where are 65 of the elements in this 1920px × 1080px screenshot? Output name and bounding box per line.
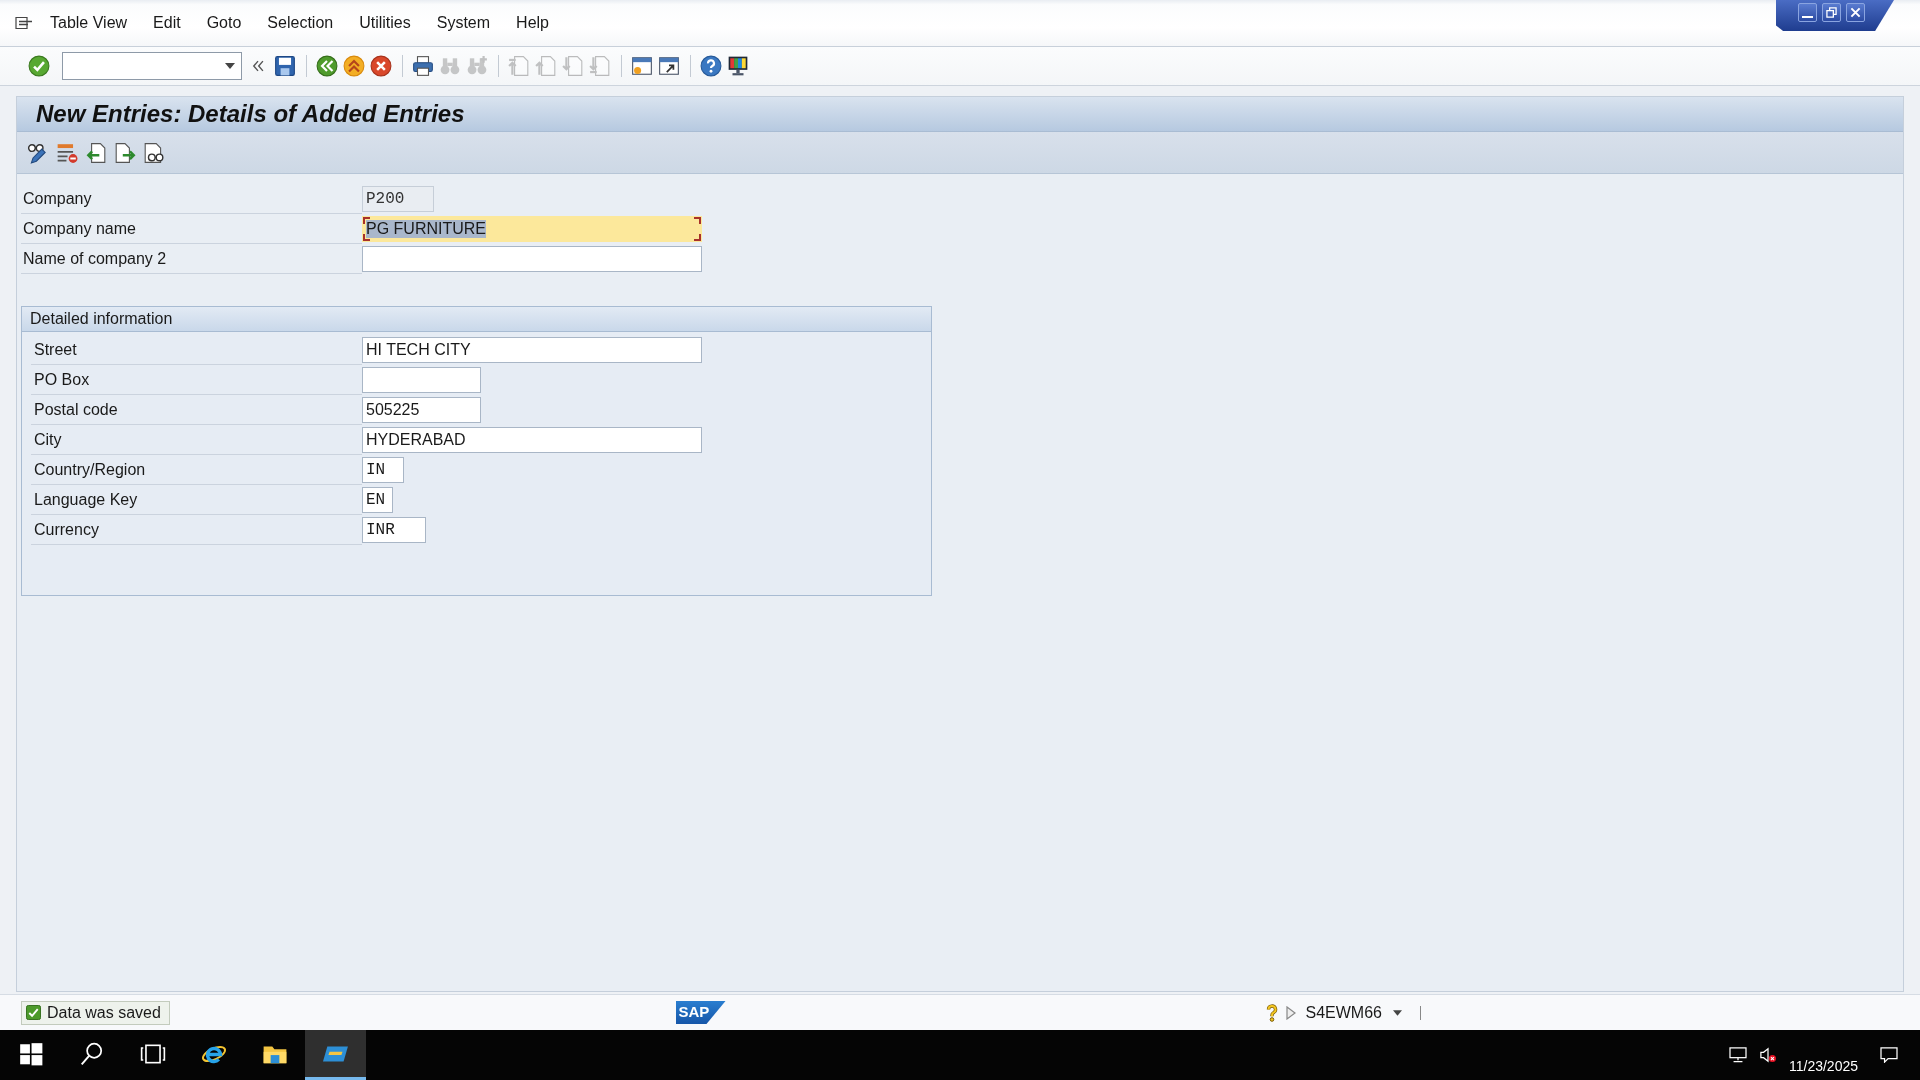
input-field[interactable] xyxy=(362,246,702,272)
restore-icon xyxy=(1826,7,1837,18)
caret-icon[interactable] xyxy=(1392,1009,1402,1016)
minimize-button[interactable] xyxy=(1798,3,1817,22)
field-label: City xyxy=(34,430,62,449)
sap-logo: SAP xyxy=(675,1001,726,1024)
triangle-icon[interactable] xyxy=(1285,1005,1296,1020)
minimize-icon xyxy=(1802,16,1813,18)
help-icon[interactable] xyxy=(700,55,722,77)
question-icon[interactable] xyxy=(1265,1003,1278,1022)
menu-icon[interactable] xyxy=(15,15,33,31)
speech-bubble-icon[interactable] xyxy=(1880,1047,1898,1063)
double-chevron-icon[interactable] xyxy=(250,59,265,73)
input-field[interactable]: 505225 xyxy=(362,397,481,423)
up-arrows-icon[interactable] xyxy=(343,55,365,77)
caret-icon[interactable] xyxy=(224,63,235,69)
menu-item[interactable]: Table View xyxy=(50,14,128,32)
page-left-arrow-icon[interactable] xyxy=(85,141,107,164)
field-label: Currency xyxy=(34,520,99,539)
menu-item[interactable]: Selection xyxy=(267,14,334,32)
menu-item[interactable]: Utilities xyxy=(359,14,411,32)
input-field[interactable]: PG FURNITURE xyxy=(362,216,702,242)
speaker-muted-icon[interactable] xyxy=(1758,1047,1777,1063)
menu-item[interactable]: Help xyxy=(516,14,549,32)
close-icon xyxy=(1850,7,1861,18)
list-minus-icon[interactable] xyxy=(56,141,78,164)
command-field[interactable] xyxy=(61,52,242,80)
input-field[interactable]: HI TECH CITY xyxy=(362,337,702,363)
input-field[interactable]: P200 xyxy=(362,186,434,212)
monitor-icon[interactable] xyxy=(727,55,749,77)
system-name[interactable]: S4EWM66 xyxy=(1305,1003,1382,1022)
taskbar-button[interactable] xyxy=(305,1030,366,1080)
input-field[interactable]: INR xyxy=(362,517,426,543)
field-label: Postal code xyxy=(34,400,118,419)
glasses-pencil-icon[interactable] xyxy=(27,141,49,164)
field-label: PO Box xyxy=(34,370,90,389)
four-squares-icon xyxy=(17,1040,44,1067)
menu-item[interactable]: System xyxy=(436,14,491,32)
input-field[interactable]: EN xyxy=(362,487,393,513)
input-field[interactable]: IN xyxy=(362,457,404,483)
group-header: Detailed information xyxy=(22,307,931,332)
field-label: Country/Region xyxy=(34,460,146,479)
close-button[interactable] xyxy=(1846,3,1865,22)
field-label: Language Key xyxy=(34,490,138,509)
input-field[interactable]: HYDERABAD xyxy=(362,427,702,453)
menu-item[interactable]: Edit xyxy=(153,14,181,32)
printer-icon[interactable] xyxy=(412,55,434,77)
back-icon[interactable] xyxy=(316,55,338,77)
page-right-arrow-icon[interactable] xyxy=(114,141,136,164)
search-icon xyxy=(78,1040,105,1067)
field-label: Company xyxy=(23,189,92,208)
check-square-icon xyxy=(26,1005,41,1020)
page-glasses-icon[interactable] xyxy=(143,141,165,164)
field-label: Name of company 2 xyxy=(23,249,167,268)
status-text: Data was saved xyxy=(47,1003,161,1022)
monitor-icon[interactable] xyxy=(1728,1047,1747,1063)
clock-date[interactable]: 11/23/2025 xyxy=(1788,1058,1858,1074)
field-label: Company name xyxy=(23,219,136,238)
menu-item[interactable]: Goto xyxy=(206,14,242,32)
restore-button[interactable] xyxy=(1822,3,1841,22)
x-circle-icon[interactable] xyxy=(370,55,392,77)
input-field[interactable] xyxy=(362,367,481,393)
check-circle-icon[interactable] xyxy=(27,55,50,77)
field-label: Street xyxy=(34,340,77,359)
screen-title: New Entries: Details of Added Entries xyxy=(36,100,465,128)
